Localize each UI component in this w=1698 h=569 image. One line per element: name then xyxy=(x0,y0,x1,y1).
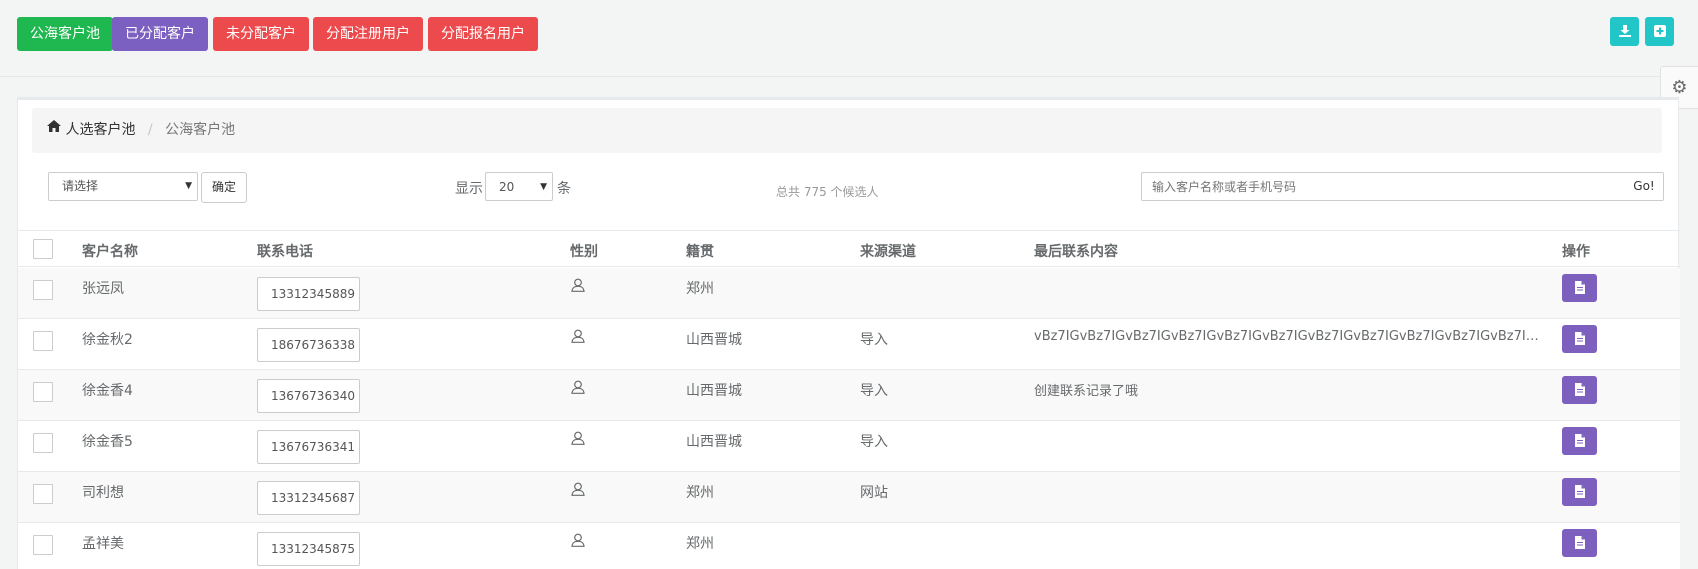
file-icon xyxy=(1574,536,1585,549)
customer-name: 徐金香4 xyxy=(82,383,133,399)
download-icon xyxy=(1618,25,1631,37)
file-icon xyxy=(1574,434,1585,447)
view-detail-button[interactable] xyxy=(1562,274,1597,302)
view-detail-button[interactable] xyxy=(1562,529,1597,557)
table-row: 徐金香4 13676736340 山西晋城 导入 创建联系记录了哦 xyxy=(18,370,1680,421)
assign-enrolled-users-button[interactable]: 分配报名用户 xyxy=(428,17,538,51)
breadcrumb: 人选客户池 / 公海客户池 xyxy=(32,108,1662,153)
breadcrumb-home-link[interactable]: 人选客户池 xyxy=(65,122,135,138)
origin: 山西晋城 xyxy=(686,332,742,348)
unit-label: 条 xyxy=(557,181,571,197)
last-contact: vBz7IGvBz7IGvBz7IGvBz7IGvBz7IGvBz7IGvBz7… xyxy=(1034,329,1544,344)
go-button[interactable]: Go! xyxy=(1625,172,1664,201)
table-header: 客户名称 联系电话 性别 籍贯 来源渠道 最后联系内容 操作 xyxy=(18,230,1680,267)
row-checkbox[interactable] xyxy=(33,280,53,300)
header-phone: 联系电话 xyxy=(257,244,313,260)
chevron-down-icon: ▼ xyxy=(540,182,547,192)
page-size-select[interactable]: 20 ▼ xyxy=(485,172,553,201)
download-button[interactable] xyxy=(1610,17,1639,46)
assign-registered-users-button[interactable]: 分配注册用户 xyxy=(313,17,423,51)
person-icon xyxy=(571,431,585,449)
select-all-checkbox[interactable] xyxy=(33,239,53,259)
origin: 山西晋城 xyxy=(686,434,742,450)
origin: 郑州 xyxy=(686,281,714,297)
table-row: 徐金秋2 18676736338 山西晋城 导入 vBz7IGvBz7IGvBz… xyxy=(18,319,1680,370)
source-channel: 导入 xyxy=(860,332,888,348)
person-icon xyxy=(571,329,585,347)
origin: 山西晋城 xyxy=(686,383,742,399)
file-icon xyxy=(1574,485,1585,498)
customer-name: 徐金秋2 xyxy=(82,332,133,348)
person-icon xyxy=(571,380,585,398)
table-row: 徐金香5 13676736341 山西晋城 导入 xyxy=(18,421,1680,472)
search-input[interactable] xyxy=(1141,172,1626,201)
view-detail-button[interactable] xyxy=(1562,376,1597,404)
source-channel: 网站 xyxy=(860,485,888,501)
phone-field[interactable]: 13676736340 xyxy=(257,379,360,413)
table-row: 司利想 13312345687 郑州 网站 xyxy=(18,472,1680,523)
last-contact: 创建联系记录了哦 xyxy=(1034,384,1139,399)
view-detail-button[interactable] xyxy=(1562,478,1597,506)
public-pool-button[interactable]: 公海客户池 xyxy=(17,17,113,51)
person-icon xyxy=(571,482,585,500)
page-size-value: 20 xyxy=(499,180,515,194)
show-label: 显示 xyxy=(455,181,483,197)
phone-field[interactable]: 13312345875 xyxy=(257,532,360,566)
home-icon xyxy=(47,106,61,151)
row-checkbox[interactable] xyxy=(33,535,53,555)
file-icon xyxy=(1574,281,1585,294)
customer-name: 徐金香5 xyxy=(82,434,133,450)
phone-field[interactable]: 13676736341 xyxy=(257,430,360,464)
main-panel: 人选客户池 / 公海客户池 请选择 ▼ 确定 显示 20 ▼ 条 总共 775 … xyxy=(17,97,1680,569)
header-origin: 籍贯 xyxy=(686,244,714,260)
customer-name: 张远凤 xyxy=(82,281,124,297)
person-icon xyxy=(571,278,585,296)
file-icon xyxy=(1574,332,1585,345)
unassigned-customers-button[interactable]: 未分配客户 xyxy=(213,17,309,51)
phone-field[interactable]: 13312345687 xyxy=(257,481,360,515)
header-last-contact: 最后联系内容 xyxy=(1034,244,1118,260)
batch-action-value: 请选择 xyxy=(62,179,99,193)
batch-action-select[interactable]: 请选择 ▼ xyxy=(48,172,198,201)
breadcrumb-current: 公海客户池 xyxy=(165,122,236,138)
row-checkbox[interactable] xyxy=(33,382,53,402)
total-count-text: 总共 775 个候选人 xyxy=(776,185,879,199)
table-row: 孟祥美 13312345875 郑州 xyxy=(18,523,1680,569)
confirm-button[interactable]: 确定 xyxy=(201,172,247,203)
source-channel: 导入 xyxy=(860,383,888,399)
assigned-customers-button[interactable]: 已分配客户 xyxy=(112,17,208,51)
row-checkbox[interactable] xyxy=(33,331,53,351)
origin: 郑州 xyxy=(686,485,714,501)
row-checkbox[interactable] xyxy=(33,484,53,504)
origin: 郑州 xyxy=(686,536,714,552)
source-channel: 导入 xyxy=(860,434,888,450)
header-action: 操作 xyxy=(1562,244,1590,260)
header-name: 客户名称 xyxy=(82,244,138,260)
customer-name: 司利想 xyxy=(82,485,124,501)
chevron-down-icon: ▼ xyxy=(185,181,192,191)
add-button[interactable] xyxy=(1645,17,1674,46)
customer-name: 孟祥美 xyxy=(82,536,124,552)
header-source: 来源渠道 xyxy=(860,244,916,260)
add-icon xyxy=(1653,25,1666,37)
top-toolbar: 公海客户池 已分配客户 未分配客户 分配注册用户 分配报名用户 xyxy=(0,0,1698,77)
table-row: 张远凤 13312345889 郑州 xyxy=(18,268,1680,319)
breadcrumb-separator: / xyxy=(147,122,153,138)
person-icon xyxy=(571,533,585,551)
header-gender: 性别 xyxy=(570,244,598,260)
view-detail-button[interactable] xyxy=(1562,325,1597,353)
row-checkbox[interactable] xyxy=(33,433,53,453)
phone-field[interactable]: 13312345889 xyxy=(257,277,360,311)
view-detail-button[interactable] xyxy=(1562,427,1597,455)
gear-icon: ⚙ xyxy=(1671,77,1688,98)
phone-field[interactable]: 18676736338 xyxy=(257,328,360,362)
file-icon xyxy=(1574,383,1585,396)
